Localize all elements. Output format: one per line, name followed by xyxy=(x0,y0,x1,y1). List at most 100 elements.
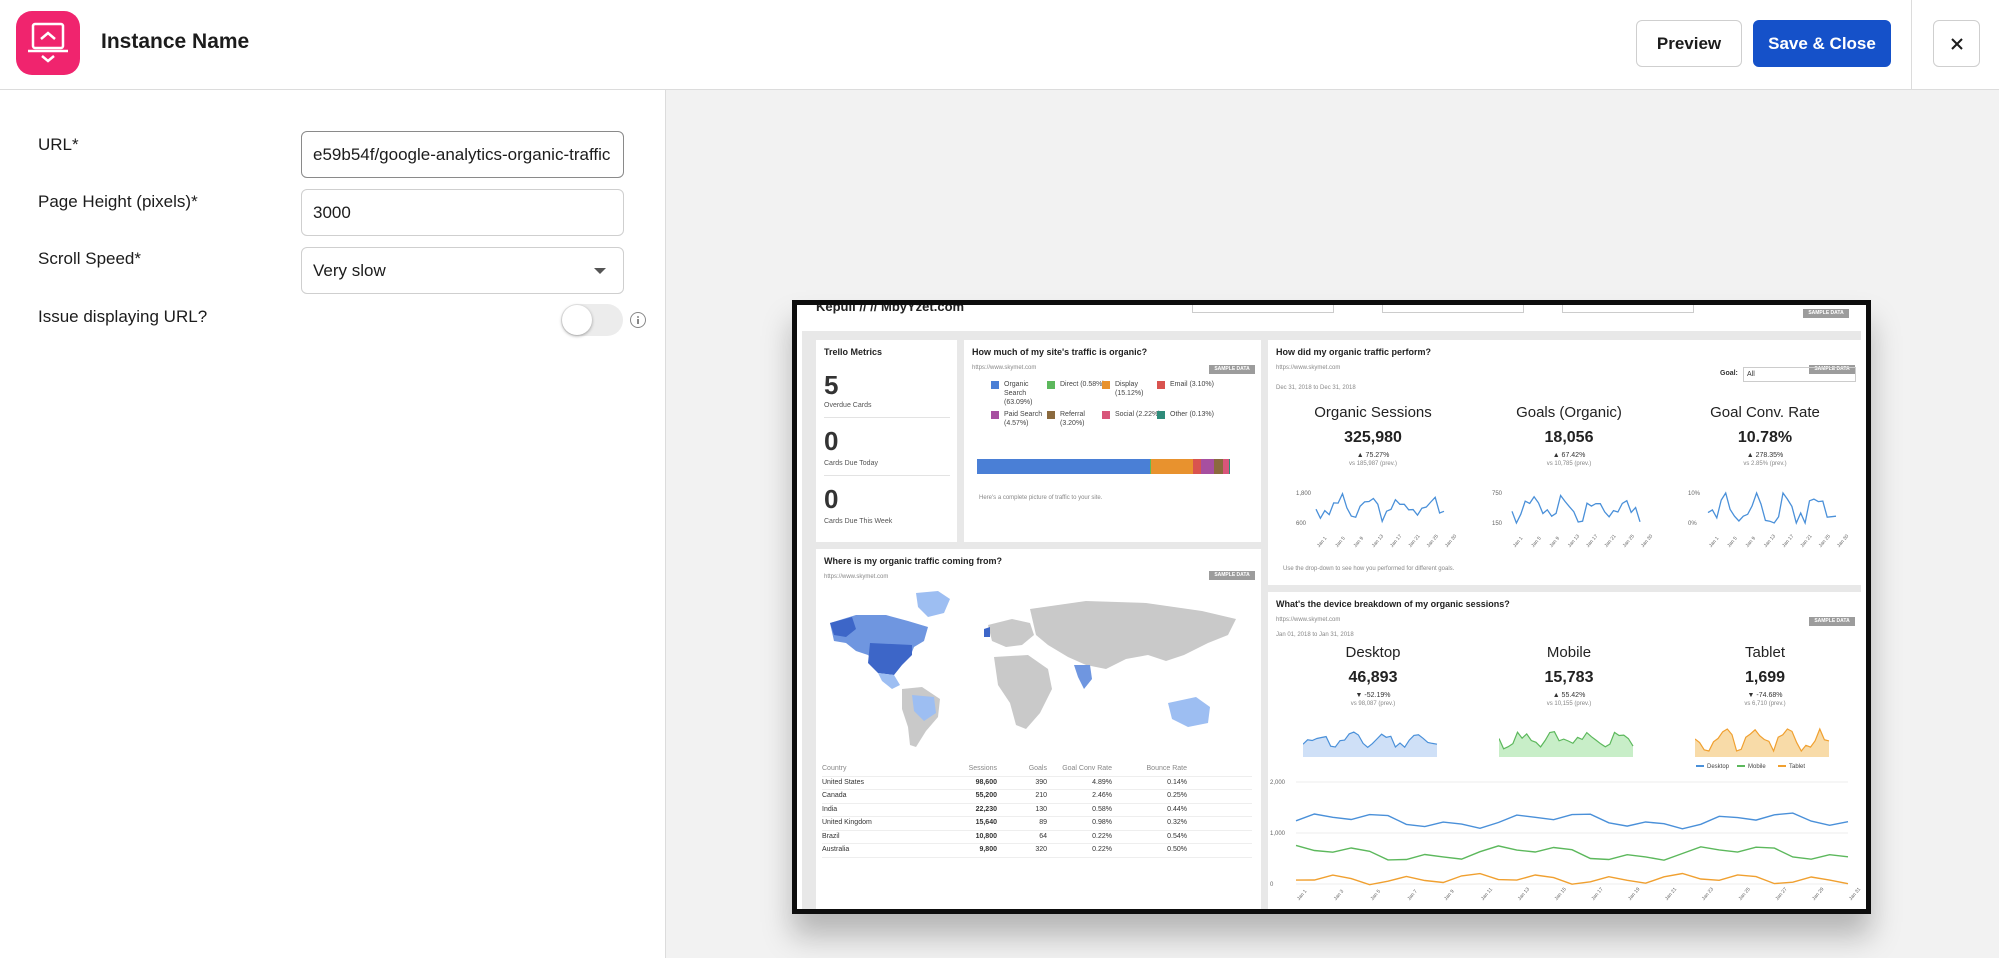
dashboard-header-text: Kepuli // // MbyYzet.com xyxy=(816,305,965,314)
table-header-row: Country Sessions Goals Goal Conv Rate Bounce… xyxy=(822,763,1252,777)
preview-button[interactable]: Preview xyxy=(1636,20,1742,67)
organic-kpi-kc: ▲ 75.27% xyxy=(1356,452,1390,459)
sparkline-y-tick: 1,800 xyxy=(1296,491,1312,497)
device-legend-item: Mobile xyxy=(1737,764,1766,770)
goal-label: Goal: xyxy=(1720,370,1738,377)
x-tick-label: Jan 9 xyxy=(1443,888,1456,901)
goal-select[interactable]: All xyxy=(1743,367,1856,382)
sparkline-y-tick: 150 xyxy=(1492,521,1503,527)
dashboard-preview: Kepuli // // MbyYzet.com SAMPLE DATA Tre… xyxy=(802,305,1861,909)
share-legend-item: Direct (0.58%) xyxy=(1047,380,1108,389)
page-height-input[interactable]: 3000 xyxy=(301,189,624,236)
y-tick-label: 2,000 xyxy=(1270,780,1286,786)
organic-perf-date-range: Dec 31, 2018 to Dec 31, 2018 xyxy=(1276,385,1356,391)
x-tick-label: Jan 13 xyxy=(1517,886,1531,902)
organic-share-tile: How much of my site's traffic is organic… xyxy=(964,340,1261,542)
sparkline-x-tick: Jan 9 xyxy=(1549,535,1562,548)
instance-name-title: Instance Name xyxy=(101,30,250,53)
sparkline-line xyxy=(1511,494,1641,525)
device-kpi-kc: ▲ 55.42% xyxy=(1552,692,1586,699)
sparkline-line xyxy=(1315,491,1445,524)
device-kpi-kv: 46,893 xyxy=(1348,669,1398,686)
india-shape xyxy=(1074,665,1092,689)
africa-shape xyxy=(994,655,1052,729)
organic-kpi-kv: 10.78% xyxy=(1737,429,1793,446)
sparkline-x-tick: Jan 21 xyxy=(1799,533,1813,549)
info-icon[interactable] xyxy=(630,312,646,328)
device-kpi-kt: Desktop xyxy=(1345,644,1401,661)
url-input[interactable]: e59b54f/google-analytics-organic-traffic xyxy=(301,131,624,178)
organic-sparkline: 10% 0% Jan 1 Jan 5 Jan 9 Jan 13 Jan 17 Jan 21 Ja… xyxy=(1688,491,1850,549)
y-tick-label: 0 xyxy=(1270,882,1274,888)
sparkline-x-tick: Jan 30 xyxy=(1640,533,1654,549)
device-area-fill xyxy=(1303,732,1437,757)
sparkline-x-tick: Jan 1 xyxy=(1708,535,1721,548)
trello-metrics-tile: Trello Metrics 5 Overdue Cards 0 Cards D… xyxy=(816,340,957,542)
chevron-down-icon xyxy=(594,268,606,274)
dashboard-header: Kepuli // // MbyYzet.com SAMPLE DATA xyxy=(802,305,1861,331)
devices-date-range: Jan 01, 2018 to Jan 31, 2018 xyxy=(1276,632,1354,638)
greenland-shape xyxy=(916,591,950,617)
share-legend-item: Display (15.12%) xyxy=(1102,380,1163,398)
toggle-knob xyxy=(562,305,592,335)
share-legend-item: Paid Search (4.57%) xyxy=(991,410,1052,428)
table-row: Canada 55,200 210 2.46% 0.25% xyxy=(822,790,1252,804)
sample-data-badge: SAMPLE DATA xyxy=(1809,617,1855,626)
save-close-button[interactable]: Save & Close xyxy=(1753,20,1891,67)
device-kpi-kv: 1,699 xyxy=(1744,669,1786,686)
x-tick-label: Jan 15 xyxy=(1554,886,1568,902)
organic-kpi-kv: 325,980 xyxy=(1344,429,1402,446)
sparkline-x-tick: Jan 21 xyxy=(1407,533,1421,549)
australia-shape xyxy=(1168,697,1210,727)
close-button[interactable] xyxy=(1933,20,1980,67)
x-tick-label: Jan 3 xyxy=(1333,888,1346,901)
sample-data-badge: SAMPLE DATA xyxy=(1803,309,1849,318)
geo-table: Country Sessions Goals Goal Conv Rate Bounce… xyxy=(822,763,1252,858)
organic-sparkline: 750 150 Jan 1 Jan 5 Jan 9 Jan 13 Jan 17 Jan 21 J… xyxy=(1492,491,1654,549)
header-divider xyxy=(1911,0,1912,89)
organic-perf-note: Use the drop-down to see how you perform… xyxy=(1283,566,1455,572)
preview-area: Kepuli // // MbyYzet.com SAMPLE DATA Tre… xyxy=(666,90,1999,958)
sample-data-badge: SAMPLE DATA xyxy=(1209,365,1255,374)
organic-kpi-kv: 18,056 xyxy=(1544,429,1594,446)
sparkline-x-tick: Jan 13 xyxy=(1371,533,1385,549)
usa-shape xyxy=(868,643,912,675)
device-area-chart xyxy=(1499,731,1634,757)
device-area-chart xyxy=(1303,731,1438,757)
x-tick-label: Jan 11 xyxy=(1480,887,1494,902)
device-kpi: Mobile 15,783 ▲ 55.42% vs 10,155 (prev.) xyxy=(1484,644,1654,707)
device-line-chart: 2,000 1,000 0 Jan 1 Jan 3 Jan 5 Jan 7 Jan 9 Jan … xyxy=(1270,780,1861,902)
device-kpi-kp: vs 6,710 (prev.) xyxy=(1744,701,1786,707)
device-kpi-kt: Mobile xyxy=(1546,644,1592,661)
sparkline-x-tick: Jan 5 xyxy=(1334,535,1347,548)
sparkline-x-tick: Jan 13 xyxy=(1763,533,1777,549)
issue-url-toggle[interactable] xyxy=(561,304,623,336)
organic-kpi-kt: Organic Sessions xyxy=(1314,404,1432,421)
scroll-speed-label: Scroll Speed* xyxy=(38,249,142,268)
table-row: Brazil 10,800 64 0.22% 0.54% xyxy=(822,831,1252,844)
sparkline-x-tick: Jan 9 xyxy=(1353,535,1366,548)
share-legend-item: Organic Search (63.09%) xyxy=(991,380,1052,407)
x-tick-label: Jan 25 xyxy=(1738,886,1752,902)
scroll-speed-select[interactable]: Very slow xyxy=(301,247,624,294)
organic-kpi-kp: vs 185,987 (prev.) xyxy=(1349,461,1397,467)
organic-kpi: Goals (Organic) 18,056 ▲ 67.42% vs 10,785 (… xyxy=(1484,404,1654,467)
app-logo-icon xyxy=(16,11,80,75)
sparkline-y-tick: 600 xyxy=(1296,521,1307,527)
organic-kpi: Organic Sessions 325,980 ▲ 75.27% vs 185,98… xyxy=(1288,404,1458,467)
share-legend-item: Referral (3.20%) xyxy=(1047,410,1108,428)
overdue-count: 5 xyxy=(824,370,839,400)
due-week-label: Cards Due This Week xyxy=(824,518,893,525)
devices-title: What's the device breakdown of my organi… xyxy=(1276,599,1510,609)
sparkline-x-tick: Jan 17 xyxy=(1389,533,1403,549)
organic-kpi-kt: Goal Conv. Rate xyxy=(1710,404,1820,421)
organic-share-note: Here's a complete picture of traffic to … xyxy=(979,495,1103,501)
sparkline-x-tick: Jan 17 xyxy=(1585,533,1599,549)
sparkline-x-tick: Jan 21 xyxy=(1603,533,1617,549)
device-kpi: Tablet 1,699 ▼ -74.68% vs 6,710 (prev.) xyxy=(1680,644,1850,707)
x-tick-label: Jan 1 xyxy=(1296,888,1309,901)
device-series-line xyxy=(1295,812,1849,830)
close-icon xyxy=(1950,37,1963,50)
sparkline-x-tick: Jan 17 xyxy=(1781,533,1795,549)
table-row: United States 98,600 390 4.89% 0.14% xyxy=(822,777,1252,790)
